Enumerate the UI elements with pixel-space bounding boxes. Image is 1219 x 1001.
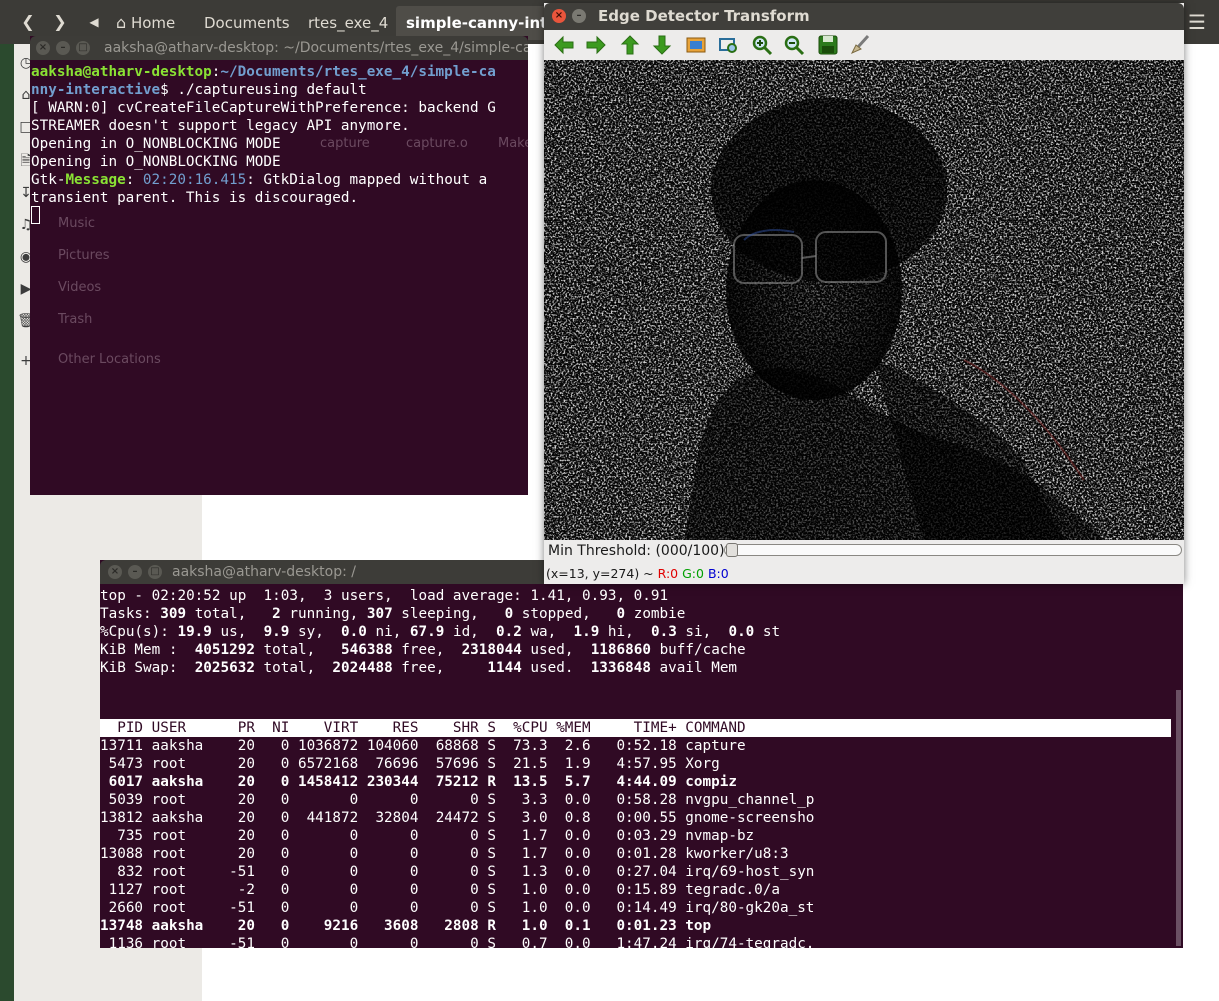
properties-icon[interactable] — [848, 33, 872, 57]
terminal-scrollbar[interactable] — [1176, 690, 1181, 946]
pixel-blue: B:0 — [707, 566, 729, 581]
zoom-fit-icon[interactable] — [684, 33, 708, 57]
breadcrumb-scroll-left-icon[interactable]: ◀ — [84, 8, 104, 36]
minimize-icon[interactable]: – — [128, 565, 142, 579]
edge-titlebar[interactable]: × – Edge Detector Transform — [544, 3, 1184, 30]
pixel-green: G:0 — [682, 566, 704, 581]
ghost-file-label: Makefile — [498, 136, 528, 151]
terminal-titlebar[interactable]: × – □ aaksha@atharv-desktop: ~/Documents… — [30, 36, 528, 60]
process-row: 13711 aaksha 20 0 1036872 104060 68868 S… — [100, 738, 746, 754]
process-row: 735 root 20 0 0 0 0 S 1.7 0.0 0:03.29 nv… — [100, 828, 755, 844]
process-row: 5473 root 20 0 6572168 76696 57696 S 21.… — [100, 756, 720, 772]
top-mem-line: KiB Mem : 4051292 total, 546388 free, 23… — [100, 642, 746, 658]
edge-image[interactable] — [544, 60, 1184, 540]
breadcrumb-home[interactable]: ⌂ Home — [106, 6, 192, 40]
ghost-sidebar-item: Pictures — [58, 248, 110, 263]
threshold-slider-handle[interactable] — [726, 543, 738, 557]
terminal-window-top[interactable]: × – □ aaksha@atharv-desktop: / top - 02:… — [100, 560, 1183, 948]
close-icon[interactable]: × — [108, 565, 122, 579]
process-row: 1127 root -2 0 0 0 0 S 1.0 0.0 0:15.89 t… — [100, 882, 780, 898]
pixel-red: R:0 — [657, 566, 679, 581]
maximize-icon[interactable]: □ — [76, 41, 90, 55]
top-uptime-line: top - 02:20:52 up 1:03, 3 users, load av… — [100, 588, 669, 604]
ghost-sidebar-item: Other Locations — [58, 352, 161, 367]
process-row: 5039 root 20 0 0 0 0 S 3.3 0.0 0:58.28 n… — [100, 792, 815, 808]
close-icon[interactable]: × — [552, 9, 566, 23]
breadcrumb-label: Home — [130, 14, 176, 32]
zoom-out-icon[interactable] — [782, 33, 806, 57]
terminal-line: aaksha@atharv-desktop:~/Documents/rtes_e… — [31, 64, 496, 80]
edge-toolbar — [544, 30, 1184, 61]
breadcrumb-simple-canny-interactive[interactable]: simple-canny-interactive — [396, 6, 546, 40]
launcher-bar — [0, 44, 14, 1001]
minimize-icon[interactable]: – — [56, 41, 70, 55]
close-icon[interactable]: × — [36, 41, 50, 55]
save-icon[interactable] — [816, 33, 840, 57]
terminal-line: Opening in O_NONBLOCKING MODE — [31, 154, 281, 170]
ghost-sidebar-item: Trash — [58, 312, 93, 327]
process-row: 13812 aaksha 20 0 441872 32804 24472 S 3… — [100, 810, 815, 826]
home-icon: ⌂ — [116, 13, 127, 32]
terminal-window-capture[interactable]: × – □ aaksha@atharv-desktop: ~/Documents… — [30, 36, 528, 495]
pan-right-icon[interactable] — [584, 33, 608, 57]
zoom-in-icon[interactable] — [750, 33, 774, 57]
top-tasks-line: Tasks: 309 total, 2 running, 307 sleepin… — [100, 606, 686, 622]
terminal-title: aaksha@atharv-desktop: ~/Documents/rtes_… — [104, 40, 528, 56]
maximize-icon[interactable]: □ — [148, 565, 162, 579]
process-row: 1136 root -51 0 0 0 0 S 0.7 0.0 1:47.24 … — [100, 936, 815, 948]
zoom-region-icon[interactable] — [716, 33, 740, 57]
edge-image-picture — [544, 60, 1184, 540]
top-swap-line: KiB Swap: 2025632 total, 2024488 free, 1… — [100, 660, 738, 676]
back-arrow-icon[interactable]: ❮ — [14, 8, 42, 36]
process-row: 6017 aaksha 20 0 1458412 230344 75212 R … — [100, 774, 737, 790]
breadcrumb-documents[interactable]: Documents — [194, 6, 296, 40]
process-table-header: PID USER PR NI VIRT RES SHR S %CPU %MEM … — [100, 720, 746, 736]
status-bar: (x=13, y=274) ~ R:0 G:0 B:0 — [546, 566, 729, 581]
edge-detector-window[interactable]: × – Edge Detector Transform Min Threshol… — [544, 3, 1184, 584]
forward-arrow-icon[interactable]: ❯ — [46, 8, 74, 36]
terminal-line: Gtk-Message: 02:20:16.415: GtkDialog map… — [31, 172, 488, 188]
terminal-title: aaksha@atharv-desktop: / — [172, 564, 356, 580]
ghost-file-label: capture — [320, 136, 370, 151]
process-row: 13088 root 20 0 0 0 0 S 1.7 0.0 0:01.28 … — [100, 846, 789, 862]
terminal-line: [ WARN:0] cvCreateFileCaptureWithPrefere… — [31, 100, 496, 116]
terminal-output[interactable]: top - 02:20:52 up 1:03, 3 users, load av… — [100, 584, 1183, 948]
terminal-line: transient parent. This is discouraged. — [31, 190, 359, 206]
process-row: 2660 root -51 0 0 0 0 S 1.0 0.0 0:14.49 … — [100, 900, 815, 916]
minimize-icon[interactable]: – — [572, 9, 586, 23]
breadcrumb-rtes-exe-4[interactable]: rtes_exe_4 — [298, 6, 394, 40]
process-row: 832 root -51 0 0 0 0 S 1.3 0.0 0:27.04 i… — [100, 864, 815, 880]
pan-up-icon[interactable] — [618, 33, 642, 57]
top-cpu-line: %Cpu(s): 19.9 us, 9.9 sy, 0.0 ni, 67.9 i… — [100, 624, 781, 640]
threshold-label: Min Threshold: (000/100) — [548, 543, 725, 559]
edge-window-title: Edge Detector Transform — [598, 7, 810, 25]
hamburger-icon[interactable]: ☰ — [1182, 6, 1212, 38]
terminal-line: STREAMER doesn't support legacy API anym… — [31, 118, 410, 134]
ghost-sidebar-item: Videos — [58, 280, 102, 295]
pixel-coords: (x=13, y=274) ~ — [546, 566, 658, 581]
ghost-sidebar-item: Music — [58, 216, 95, 231]
pan-left-icon[interactable] — [552, 33, 576, 57]
terminal-line: nny-interactive$ ./captureusing default — [31, 82, 367, 98]
terminal-cursor — [31, 206, 40, 224]
ghost-file-label: capture.o — [406, 136, 468, 151]
pan-down-icon[interactable] — [650, 33, 674, 57]
threshold-slider[interactable] — [724, 544, 1182, 556]
terminal-output[interactable]: Music Pictures Videos Trash Other Locati… — [30, 60, 528, 495]
process-row: 13748 aaksha 20 0 9216 3608 2808 R 1.0 0… — [100, 918, 712, 934]
terminal-line: Opening in O_NONBLOCKING MODE — [31, 136, 281, 152]
